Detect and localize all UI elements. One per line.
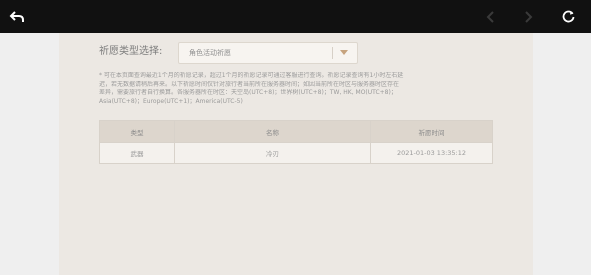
- cell-name: 冷刃: [174, 142, 371, 164]
- wish-type-label: 祈愿类型选择:: [99, 46, 163, 57]
- select-divider: [332, 47, 333, 59]
- chevron-down-icon[interactable]: [331, 43, 357, 63]
- table-header-row: 类型 名称 祈愿时间: [99, 120, 493, 143]
- nav-arrow-left-icon[interactable]: [480, 0, 502, 33]
- wish-history-table: 类型 名称 祈愿时间 武器 冷刃 2021-01-03 13:35:12: [99, 120, 493, 164]
- notice-line: Asia(UTC+8)；Europe(UTC+1)；America(UTC-5): [99, 97, 243, 105]
- column-header-name: 名称: [174, 120, 371, 143]
- wish-type-select[interactable]: 角色活动祈愿: [178, 42, 358, 64]
- column-header-time: 祈愿时间: [370, 120, 493, 143]
- query-notice: * 可在本页面查询最近1个月的祈愿记录，超过1个月的祈愿记录可通过客服进行查询。…: [99, 72, 494, 106]
- table-row: 武器 冷刃 2021-01-03 13:35:12: [99, 142, 493, 164]
- back-arrow-icon[interactable]: [4, 0, 30, 33]
- cell-type: 武器: [99, 142, 175, 164]
- top-toolbar: [0, 0, 591, 33]
- notice-line: 差异，需要旅行者自行换算。各服务器所在时区：天空岛(UTC+8)；世界树(UTC…: [99, 89, 397, 96]
- nav-arrow-right-icon[interactable]: [517, 0, 539, 33]
- notice-line: * 可在本页面查询最近1个月的祈愿记录，超过1个月的祈愿记录可通过客服进行查询。…: [99, 72, 404, 79]
- reload-icon[interactable]: [557, 0, 579, 33]
- cell-time: 2021-01-03 13:35:12: [370, 142, 493, 164]
- notice-line: 迟，若无数据请稍后再来。以下祈愿时间仅针对旅行者当前所在服务器时间；如因当前所在…: [99, 80, 400, 88]
- column-header-type: 类型: [99, 120, 175, 143]
- wish-type-selected-value: 角色活动祈愿: [189, 49, 231, 57]
